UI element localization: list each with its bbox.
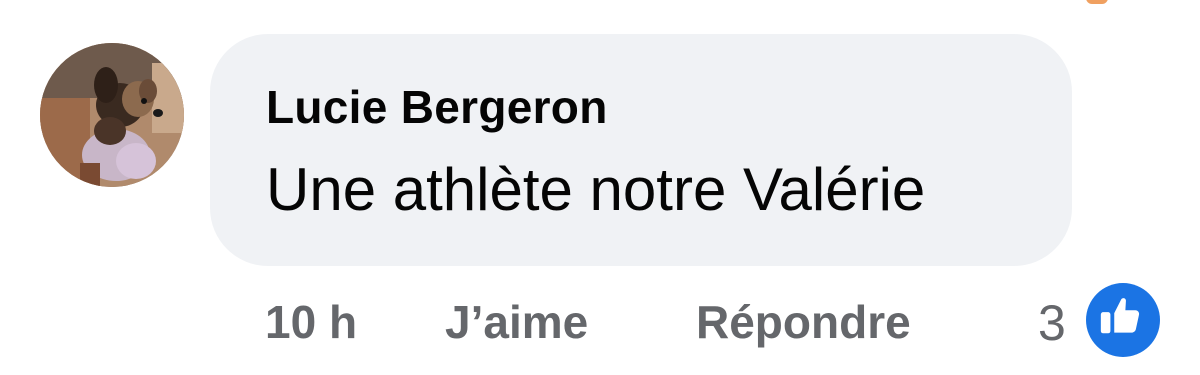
thumbs-up-icon bbox=[1100, 298, 1140, 334]
comment-timestamp[interactable]: 10 h bbox=[265, 295, 357, 349]
comment-bubble bbox=[210, 34, 1072, 266]
comment-text: Une athlète notre Valérie bbox=[266, 156, 926, 223]
like-button[interactable]: J’aime bbox=[445, 295, 588, 349]
partial-reaction-icon bbox=[1086, 0, 1108, 4]
reaction-badge[interactable] bbox=[1083, 280, 1163, 360]
reaction-count[interactable]: 3 bbox=[1038, 294, 1066, 352]
comment-author[interactable]: Lucie Bergeron bbox=[266, 80, 608, 134]
avatar-photo bbox=[40, 43, 184, 187]
avatar[interactable] bbox=[40, 43, 184, 187]
reply-button[interactable]: Répondre bbox=[696, 295, 911, 349]
